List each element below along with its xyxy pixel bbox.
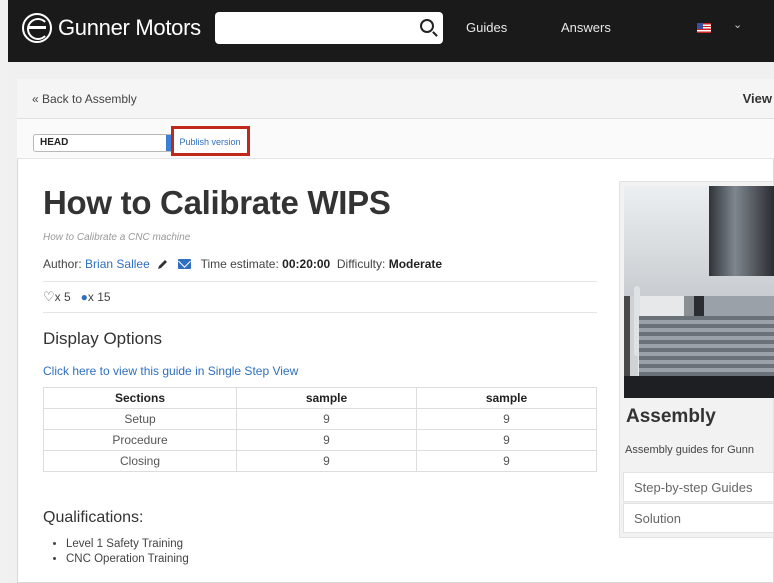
table-cell: 9	[416, 450, 597, 472]
category-description: Assembly guides for Gunn	[625, 444, 755, 456]
guide-subtitle: How to Calibrate a CNC machine	[43, 232, 191, 243]
single-step-view-link[interactable]: Click here to view this guide in Single …	[43, 364, 298, 378]
comments-icon: ●	[80, 290, 88, 304]
list-item: Level 1 Safety Training	[66, 537, 189, 552]
back-to-assembly-link[interactable]: « Back to Assembly	[32, 92, 137, 106]
sidebar-item-step-by-step-guides[interactable]: Step-by-step Guides	[623, 472, 774, 502]
search-icon[interactable]	[420, 19, 434, 33]
sidebar-item-solution[interactable]: Solution	[623, 503, 774, 533]
table-cell: 9	[416, 408, 597, 430]
mail-icon[interactable]	[178, 259, 192, 269]
pencil-icon[interactable]	[157, 258, 169, 270]
table-cell: Closing	[43, 450, 237, 472]
guide-meta: Author: Brian Sallee Time estimate: 00:2…	[43, 257, 442, 271]
search-input[interactable]	[215, 12, 443, 44]
brand-logo[interactable]: Gunner Motors	[22, 13, 201, 43]
author-link[interactable]: Brian Sallee	[85, 257, 150, 271]
table-cell: 9	[416, 429, 597, 451]
table-header: sample	[236, 387, 417, 409]
table-row: Procedure 9 9	[43, 429, 597, 451]
version-select-value: HEAD	[40, 137, 69, 148]
version-select[interactable]: HEAD ⇕	[33, 134, 181, 152]
cnc-machine-image[interactable]	[624, 186, 774, 398]
comments-count[interactable]: ●x 15	[81, 290, 111, 304]
table-row: Closing 9 9	[43, 450, 597, 472]
qualifications-heading: Qualifications:	[43, 509, 144, 526]
table-cell: 9	[236, 450, 417, 472]
time-label: Time estimate:	[200, 257, 279, 271]
view-link[interactable]: View	[743, 91, 772, 106]
table-cell: Procedure	[43, 429, 237, 451]
logo-mark-icon	[22, 13, 52, 43]
display-options-heading: Display Options	[43, 329, 163, 348]
table-cell: 9	[236, 429, 417, 451]
table-cell: 9	[236, 408, 417, 430]
divider	[43, 281, 597, 282]
chevron-down-icon[interactable]: ⌄	[733, 18, 742, 31]
table-header: Sections	[43, 387, 237, 409]
us-flag-icon[interactable]	[697, 23, 711, 33]
author-label: Author:	[43, 257, 82, 271]
nav-guides[interactable]: Guides	[466, 20, 507, 35]
guide-title: How to Calibrate WIPS	[43, 184, 391, 221]
time-value: 00:20:00	[282, 257, 331, 271]
nav-answers[interactable]: Answers	[561, 20, 611, 35]
qualifications-list: Level 1 Safety Training CNC Operation Tr…	[66, 537, 189, 567]
publish-version-button[interactable]: Publish version	[178, 134, 242, 150]
category-title[interactable]: Assembly	[626, 406, 716, 428]
table-header: sample	[416, 387, 597, 409]
favorites-count[interactable]: ♡x 5	[43, 289, 71, 305]
version-toolbar: HEAD ⇕	[17, 119, 774, 159]
table-row: Setup 9 9	[43, 408, 597, 430]
list-item: CNC Operation Training	[66, 552, 189, 567]
brand-name: Gunner Motors	[58, 15, 201, 40]
difficulty-label: Difficulty:	[336, 257, 386, 271]
difficulty-value: Moderate	[388, 257, 443, 271]
sections-table: Sections sample sample Setup 9 9 Procedu…	[43, 387, 597, 472]
divider	[43, 312, 597, 313]
table-cell: Setup	[43, 408, 237, 430]
guide-stats: ♡x 5 ●x 15	[43, 289, 111, 305]
publish-highlight: Publish version	[171, 126, 250, 156]
heart-icon: ♡	[43, 289, 55, 304]
breadcrumb: « Back to Assembly View	[17, 79, 774, 119]
